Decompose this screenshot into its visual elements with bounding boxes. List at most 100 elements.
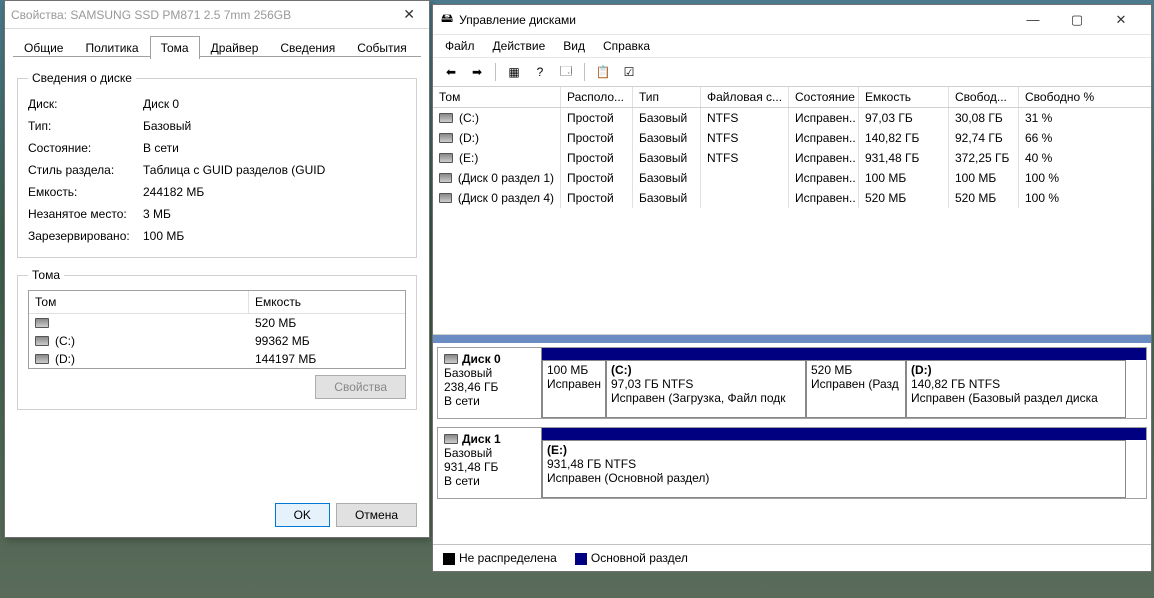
maximize-icon[interactable]: ▢ <box>1055 6 1099 34</box>
forward-icon[interactable]: ➡ <box>467 62 487 82</box>
close-icon[interactable]: ✕ <box>395 6 423 23</box>
cell-fs: NTFS <box>701 108 789 128</box>
col-status[interactable]: Состояние <box>789 87 859 107</box>
partition-status: Исправен (Разд <box>811 377 899 391</box>
volume-properties-button[interactable]: Свойства <box>315 375 406 399</box>
refresh-icon[interactable]: 🗔 <box>556 62 576 82</box>
app-icon: 🖴 <box>441 9 453 30</box>
col-volume[interactable]: Том <box>29 291 249 313</box>
legend-primary: Основной раздел <box>575 551 688 565</box>
tab-Сведения[interactable]: Сведения <box>269 36 346 59</box>
partition-cell[interactable]: (C:)97,03 ГБ NTFSИсправен (Загрузка, Фай… <box>606 360 806 418</box>
col-volume[interactable]: Том <box>433 87 561 107</box>
cell-volume: (Диск 0 раздел 1) <box>458 171 554 185</box>
disk-size: 238,46 ГБ <box>444 380 535 394</box>
disk-row[interactable]: Диск 0Базовый238,46 ГБВ сети100 МБИсправ… <box>437 347 1147 419</box>
menu-Действие[interactable]: Действие <box>493 39 546 53</box>
toolbar: ⬅ ➡ ▦ ? 🗔 📋 ☑ <box>433 58 1151 87</box>
checklist-icon[interactable]: ☑ <box>619 62 639 82</box>
info-row: Состояние:В сети <box>28 137 406 159</box>
partition-strip: 100 МБИсправен(C:)97,03 ГБ NTFSИсправен … <box>542 348 1146 418</box>
volume-list-row[interactable]: (D:)ПростойБазовыйNTFSИсправен..140,82 Г… <box>433 128 1151 148</box>
drive-icon <box>439 193 452 203</box>
list-settings-icon[interactable]: 📋 <box>593 62 613 82</box>
volume-list-row[interactable]: (Диск 0 раздел 4)ПростойБазовыйИсправен.… <box>433 188 1151 208</box>
partition-cell[interactable]: (D:)140,82 ГБ NTFSИсправен (Базовый разд… <box>906 360 1126 418</box>
cell-layout: Простой <box>561 128 633 148</box>
col-free-pct[interactable]: Свободно % <box>1019 87 1119 107</box>
disk-type: Базовый <box>444 446 535 460</box>
disk-row[interactable]: Диск 1Базовый931,48 ГБВ сети(E:)931,48 Г… <box>437 427 1147 499</box>
volumes-legend: Тома <box>28 268 64 282</box>
help-icon[interactable]: ? <box>530 62 550 82</box>
disk-name: Диск 0 <box>462 352 501 366</box>
cancel-button[interactable]: Отмена <box>336 503 417 527</box>
show-hide-icon[interactable]: ▦ <box>504 62 524 82</box>
col-type[interactable]: Тип <box>633 87 701 107</box>
volume-row[interactable]: 520 МБ <box>29 314 405 332</box>
minimize-icon[interactable]: — <box>1011 6 1055 34</box>
window-titlebar[interactable]: 🖴 Управление дисками — ▢ ✕ <box>433 5 1151 35</box>
partition-size: 520 МБ <box>811 363 852 377</box>
volume-list[interactable]: Том Располо... Тип Файловая с... Состоян… <box>433 87 1151 335</box>
col-filesystem[interactable]: Файловая с... <box>701 87 789 107</box>
volume-row[interactable]: (D:)144197 МБ <box>29 350 405 368</box>
cell-free: 92,74 ГБ <box>949 128 1019 148</box>
disk-info-group: Сведения о диске Диск:Диск 0Тип:БазовыйС… <box>17 71 417 258</box>
info-row: Стиль раздела:Таблица с GUID разделов (G… <box>28 159 406 181</box>
col-free[interactable]: Свобод... <box>949 87 1019 107</box>
cell-pct: 66 % <box>1019 128 1119 148</box>
cell-volume: (C:) <box>459 111 479 125</box>
cell-fs <box>701 168 789 188</box>
info-row: Емкость:244182 МБ <box>28 181 406 203</box>
partition-header-bar <box>542 428 1146 440</box>
partition-size: 931,48 ГБ NTFS <box>547 457 636 471</box>
partition-cell[interactable]: 520 МБИсправен (Разд <box>806 360 906 418</box>
cell-free: 30,08 ГБ <box>949 108 1019 128</box>
volumes-table[interactable]: Том Емкость 520 МБ(C:)99362 МБ(D:)144197… <box>28 290 406 369</box>
partition-cell[interactable]: (E:)931,48 ГБ NTFSИсправен (Основной раз… <box>542 440 1126 498</box>
tab-События[interactable]: События <box>346 36 418 59</box>
drive-icon <box>35 318 49 328</box>
col-capacity[interactable]: Емкость <box>859 87 949 107</box>
drive-icon <box>439 113 453 123</box>
col-layout[interactable]: Располо... <box>561 87 633 107</box>
cell-state: Исправен.. <box>789 108 859 128</box>
cell-volume: (E:) <box>459 151 478 165</box>
back-icon[interactable]: ⬅ <box>441 62 461 82</box>
dialog-titlebar[interactable]: Свойства: SAMSUNG SSD PM871 2.5 7mm 256G… <box>5 1 429 29</box>
partition-header-bar <box>542 348 1146 360</box>
partition-cell[interactable]: 100 МБИсправен <box>542 360 606 418</box>
menu-Вид[interactable]: Вид <box>563 39 585 53</box>
swatch-icon <box>443 553 455 565</box>
tab-strip: ОбщиеПолитикаТомаДрайверСведенияСобытия <box>5 29 429 58</box>
volume-list-row[interactable]: (E:)ПростойБазовыйNTFSИсправен..931,48 Г… <box>433 148 1151 168</box>
ok-button[interactable]: OK <box>275 503 330 527</box>
volume-list-row[interactable]: (Диск 0 раздел 1)ПростойБазовыйИсправен.… <box>433 168 1151 188</box>
properties-dialog: Свойства: SAMSUNG SSD PM871 2.5 7mm 256G… <box>4 0 430 538</box>
tab-Тома[interactable]: Тома <box>150 36 200 59</box>
cell-pct: 100 % <box>1019 168 1119 188</box>
volume-list-row[interactable]: (C:)ПростойБазовыйNTFSИсправен..97,03 ГБ… <box>433 108 1151 128</box>
close-icon[interactable]: ✕ <box>1099 6 1143 34</box>
cell-fs: NTFS <box>701 148 789 168</box>
disk-label: Диск 0Базовый238,46 ГБВ сети <box>438 348 542 418</box>
menu-Справка[interactable]: Справка <box>603 39 650 53</box>
info-row: Тип:Базовый <box>28 115 406 137</box>
info-value: Таблица с GUID разделов (GUID <box>143 163 325 177</box>
cell-volume: (Диск 0 раздел 4) <box>458 191 554 205</box>
disk-map[interactable]: Диск 0Базовый238,46 ГБВ сети100 МБИсправ… <box>433 335 1151 544</box>
tab-Политика[interactable]: Политика <box>74 36 149 59</box>
col-capacity[interactable]: Емкость <box>249 291 405 313</box>
partition-status: Исправен (Основной раздел) <box>547 471 709 485</box>
toolbar-separator <box>584 63 585 81</box>
disk-status: В сети <box>444 474 535 488</box>
cell-fs <box>701 188 789 208</box>
drive-icon <box>35 354 49 364</box>
info-value: Базовый <box>143 119 191 133</box>
volume-row[interactable]: (C:)99362 МБ <box>29 332 405 350</box>
tab-Общие[interactable]: Общие <box>13 36 74 59</box>
tab-Драйвер[interactable]: Драйвер <box>200 36 270 59</box>
menu-Файл[interactable]: Файл <box>445 39 475 53</box>
cell-capacity: 931,48 ГБ <box>859 148 949 168</box>
